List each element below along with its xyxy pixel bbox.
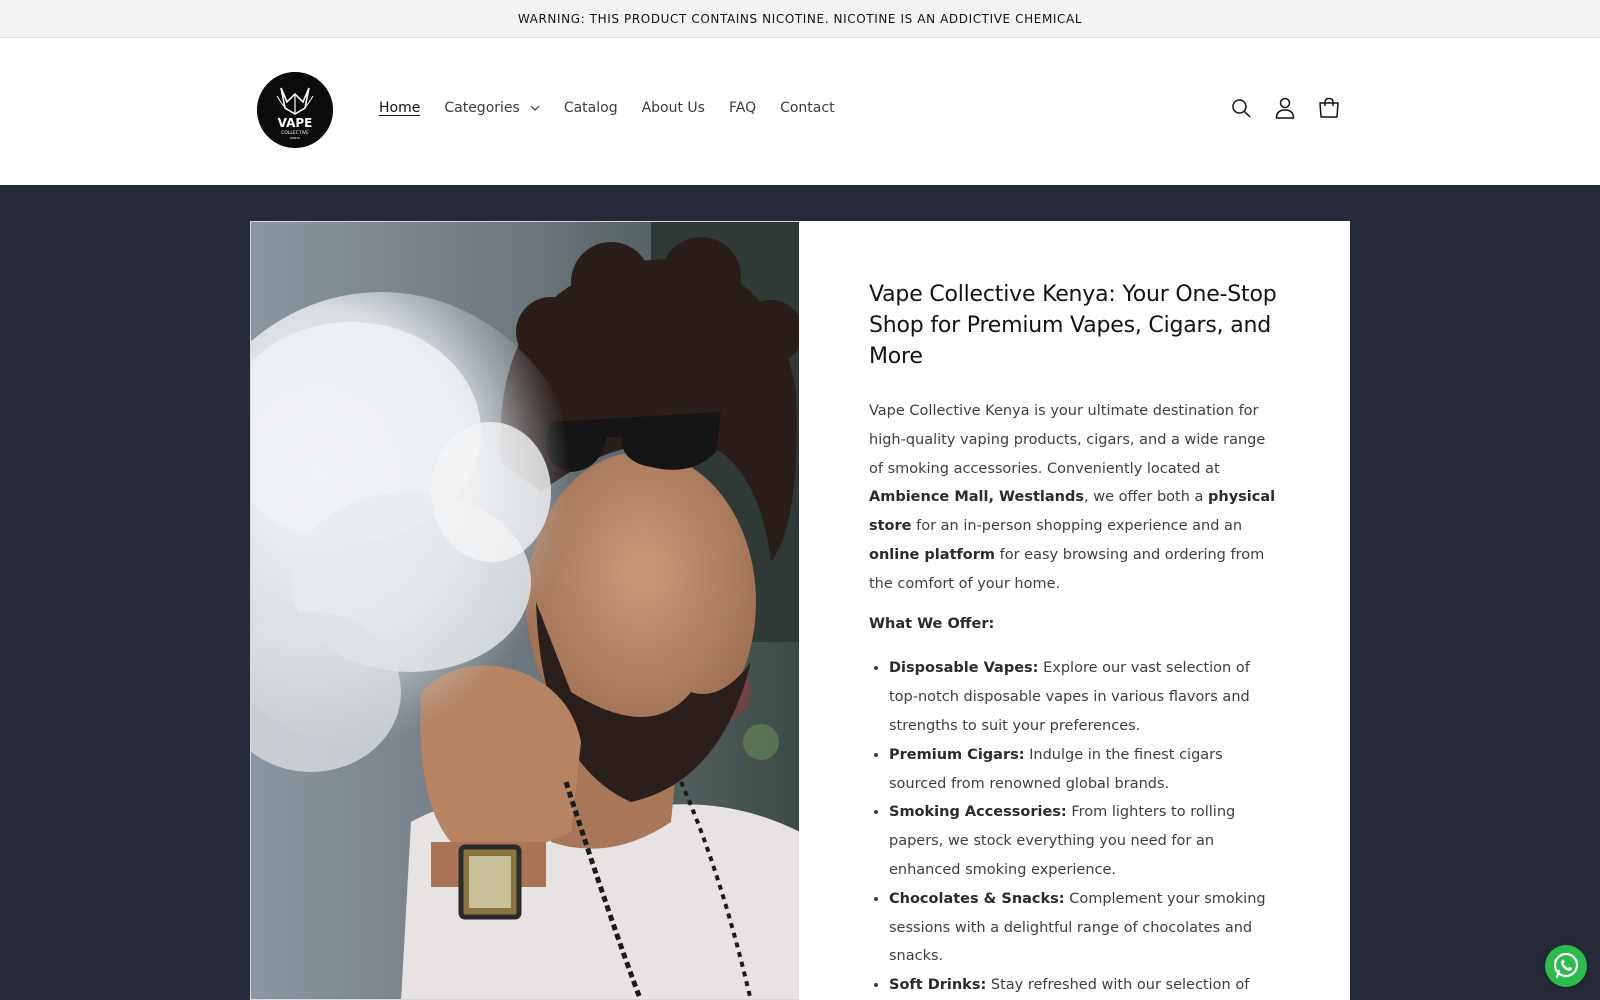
- main-nav: Home Categories Catalog About Us FAQ Con…: [379, 97, 859, 119]
- cart-icon[interactable]: [1318, 96, 1340, 120]
- search-icon[interactable]: [1230, 96, 1252, 120]
- hero-title: Vape Collective Kenya: Your One-Stop Sho…: [869, 282, 1277, 369]
- hero-image: [250, 221, 799, 1000]
- site-logo[interactable]: VAPE COLLECTIVE KENYA: [257, 72, 333, 148]
- nav-about-us[interactable]: About Us: [642, 97, 705, 119]
- nav-home-label: Home: [379, 100, 421, 116]
- nav-about-label: About Us: [641, 100, 705, 116]
- list-item: Premium Cigars: Indulge in the finest ci…: [889, 741, 1281, 799]
- list-item: Chocolates & Snacks: Complement your smo…: [889, 885, 1281, 971]
- nav-home[interactable]: Home: [379, 97, 420, 119]
- offer-title: Chocolates & Snacks:: [889, 890, 1065, 907]
- nav-contact-label: Contact: [780, 100, 835, 116]
- nav-faq-label: FAQ: [728, 100, 757, 116]
- list-item: Soft Drinks: Stay refreshed with our sel…: [889, 971, 1281, 1000]
- hero-text-panel: Vape Collective Kenya: Your One-Stop Sho…: [799, 221, 1350, 1000]
- site-header: VAPE COLLECTIVE KENYA Home Categories Ca…: [0, 38, 1600, 185]
- offer-title: Smoking Accessories:: [889, 804, 1067, 821]
- hero-intro: Vape Collective Kenya is your ultimate d…: [869, 397, 1281, 599]
- logo-brand: VAPE: [278, 116, 313, 130]
- announcement-text: WARNING: THIS PRODUCT CONTAINS NICOTINE.…: [517, 11, 1083, 26]
- intro-text-3: for an in-person shopping experience and…: [911, 518, 1243, 535]
- nav-catalog[interactable]: Catalog: [564, 97, 618, 119]
- whatsapp-button[interactable]: [1545, 945, 1587, 987]
- announcement-bar: WARNING: THIS PRODUCT CONTAINS NICOTINE.…: [0, 0, 1600, 38]
- hero-photo: [251, 222, 799, 999]
- offer-list: Disposable Vapes: Explore our vast selec…: [889, 654, 1281, 1000]
- nav-faq[interactable]: FAQ: [729, 97, 756, 119]
- offer-text: Stay refreshed with our selection of: [986, 977, 1250, 994]
- whatsapp-icon: [1553, 952, 1579, 979]
- intro-text-1: Vape Collective Kenya is your ultimate d…: [869, 403, 1266, 477]
- chevron-down-icon: [530, 103, 540, 113]
- nav-contact[interactable]: Contact: [780, 97, 834, 119]
- nav-categories[interactable]: Categories: [444, 97, 540, 119]
- intro-text-2: , we offer both a: [1084, 489, 1209, 506]
- logo-country: KENYA: [290, 136, 301, 140]
- logo-graphic: VAPE COLLECTIVE KENYA: [257, 72, 333, 148]
- intro-online-platform: online platform: [869, 546, 996, 563]
- account-icon[interactable]: [1274, 96, 1296, 120]
- hero-content: Vape Collective Kenya: Your One-Stop Sho…: [869, 279, 1281, 1000]
- list-item: Smoking Accessories: From lighters to ro…: [889, 798, 1281, 884]
- header-icons: [1230, 96, 1340, 120]
- offer-heading: What We Offer:: [869, 615, 995, 632]
- nav-categories-label: Categories: [444, 100, 520, 116]
- intro-location: Ambience Mall, Westlands: [869, 489, 1084, 506]
- list-item: Disposable Vapes: Explore our vast selec…: [889, 654, 1281, 740]
- offer-title: Soft Drinks:: [889, 977, 987, 994]
- offer-title: Premium Cigars:: [889, 746, 1025, 763]
- nav-catalog-label: Catalog: [563, 100, 618, 116]
- offer-title: Disposable Vapes:: [889, 660, 1039, 677]
